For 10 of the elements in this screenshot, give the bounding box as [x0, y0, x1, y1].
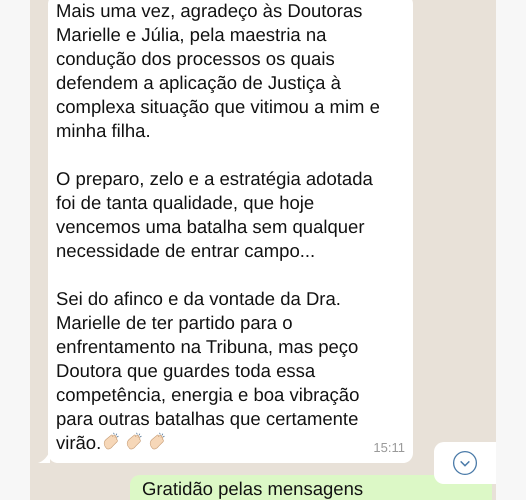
- chevron-down-icon: [452, 450, 478, 476]
- message-time: 15:11: [373, 440, 405, 455]
- message-text: Sei do afinco e da vontade da Dra. Marielle de ter partido para o enfrentamento na Tribuna, mas peço Doutora que guardes toda essa competência, energia e boa vibração para outras batalhas que certamente virão.: [56, 287, 360, 455]
- message-text: O preparo, zelo e a estratégia adotada foi de tanta qualidade, que hoje vencemos uma batalha sem qualquer necessidade de entrar campo...: [56, 167, 373, 263]
- message-text: Mais uma vez, agradeço às Doutoras Marielle e Júlia, pela maestria na condução dos processos os quais defendem a aplicação de Justiça à complexa situação que vitimou a mim e minha filha.: [56, 0, 380, 143]
- message-text: Gratidão pelas mensagens: [142, 478, 364, 499]
- scroll-down-button[interactable]: [434, 442, 496, 484]
- clapping-hands-icon: [101, 432, 122, 452]
- clapping-hands-icon: [147, 432, 168, 452]
- clapping-hands-icon: [124, 432, 144, 452]
